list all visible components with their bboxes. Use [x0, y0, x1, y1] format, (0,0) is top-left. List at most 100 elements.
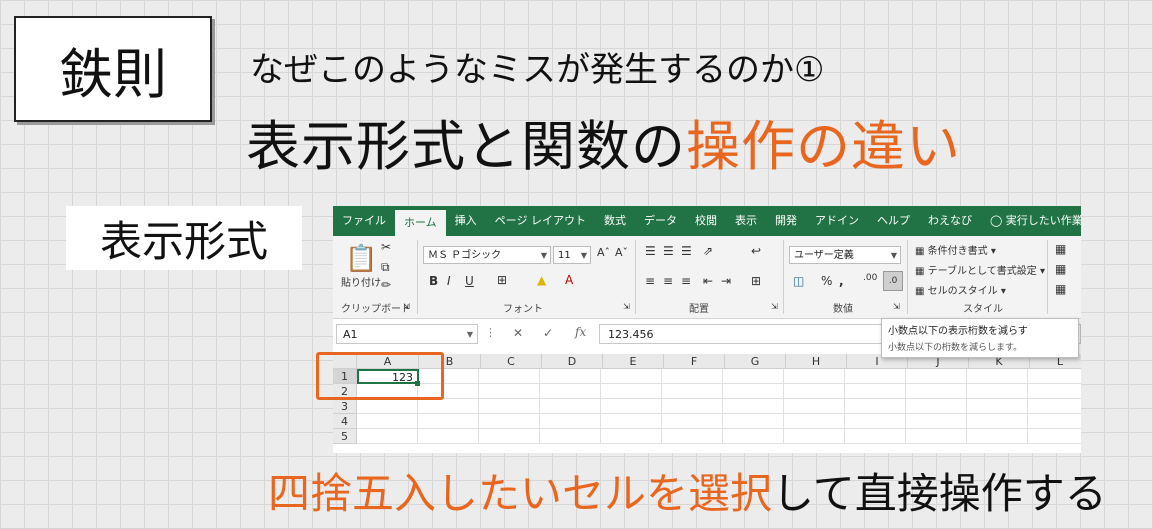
number-format-dropdown[interactable]: ユーザー定義 ▼	[789, 246, 901, 264]
tooltip-title: 小数点以下の表示桁数を減らす	[888, 326, 1028, 337]
align-bottom-icon[interactable]: ☰	[681, 244, 692, 258]
column-header[interactable]: D	[542, 354, 603, 369]
delete-cells-icon[interactable]: ▦	[1055, 262, 1066, 276]
separator	[783, 240, 784, 314]
chevron-down-icon: ▾	[1039, 266, 1045, 277]
merge-center-icon[interactable]: ⊞	[751, 274, 761, 288]
insert-function-button[interactable]: fx	[575, 325, 586, 339]
tab-developer[interactable]: 開発	[766, 206, 806, 236]
tab-data[interactable]: データ	[635, 206, 686, 236]
align-right-icon[interactable]: ≡	[681, 274, 691, 288]
tell-me-box[interactable]: ◯ 実行したい作業を入力し	[981, 206, 1081, 236]
worksheet-grid: A B C D E F G H I J K L 1 2 3 4 5 123	[333, 354, 1081, 453]
footer-rest: して直接操作する	[772, 469, 1107, 518]
paste-icon[interactable]: 📋	[345, 244, 377, 274]
chevron-down-icon: ▾	[1000, 286, 1006, 297]
cell-styles-button[interactable]: ▦ セルのスタイル ▾	[915, 282, 1006, 297]
tab-waenavi[interactable]: わえなび	[919, 206, 981, 236]
chevron-down-icon: ▼	[890, 251, 897, 260]
ribbon-tabs: ファイル ホーム 挿入 ページ レイアウト 数式 データ 校閲 表示 開発 アド…	[333, 206, 1081, 236]
font-size-dropdown[interactable]: 11 ▼	[553, 246, 591, 264]
decrease-decimal-icon[interactable]: .0	[883, 271, 903, 291]
row-header[interactable]: 3	[333, 399, 357, 414]
cut-icon[interactable]: ✂	[381, 240, 391, 254]
clipboard-group-label: クリップボード	[341, 304, 411, 315]
format-cells-icon[interactable]: ▦	[1055, 282, 1066, 296]
fill-color-icon[interactable]: ▲	[537, 273, 546, 287]
cells-area[interactable]	[357, 369, 1081, 444]
column-header[interactable]: F	[664, 354, 725, 369]
format-painter-icon[interactable]: ✏	[381, 278, 391, 292]
increase-indent-icon[interactable]: ⇥	[721, 274, 731, 288]
border-icon[interactable]: ⊞	[497, 273, 507, 287]
tab-formulas[interactable]: 数式	[595, 206, 635, 236]
rule-tag: 鉄則	[14, 16, 212, 122]
font-launcher-icon[interactable]: ⇲	[623, 302, 630, 311]
italic-icon[interactable]: I	[447, 274, 451, 288]
increase-decimal-icon[interactable]: .00	[863, 273, 877, 283]
tab-help[interactable]: ヘルプ	[868, 206, 919, 236]
alignment-launcher-icon[interactable]: ⇲	[771, 302, 778, 311]
decrease-font-icon[interactable]: Aˇ	[615, 246, 628, 259]
cell-a1[interactable]: 123	[357, 369, 419, 384]
increase-font-icon[interactable]: Aˆ	[597, 246, 610, 259]
slide-headline: 表示形式と関数の操作の違い	[246, 102, 961, 181]
chevron-down-icon: ▾	[990, 246, 996, 257]
align-left-icon[interactable]: ≡	[645, 274, 655, 288]
lightbulb-icon: ◯	[989, 214, 1003, 227]
column-header[interactable]: E	[603, 354, 664, 369]
tab-file[interactable]: ファイル	[333, 206, 395, 236]
paste-button[interactable]: 貼り付け	[341, 274, 381, 289]
formula-bar-grip-icon: ⋮	[485, 326, 496, 339]
bold-icon[interactable]: B	[429, 274, 438, 288]
tab-review[interactable]: 校閲	[686, 206, 726, 236]
percent-icon[interactable]: %	[821, 274, 832, 288]
headline-accent: 操作の違い	[686, 115, 961, 178]
formula-buttons: ✕ ✓ fx	[505, 324, 595, 344]
format-as-table-button[interactable]: ▦ テーブルとして書式設定 ▾	[915, 262, 1045, 277]
cancel-icon[interactable]: ✕	[513, 326, 523, 340]
row-header[interactable]: 4	[333, 414, 357, 429]
chevron-down-icon: ▼	[580, 251, 587, 260]
footer-accent: 四捨五入したいセルを選択	[268, 469, 773, 518]
name-box[interactable]: A1 ▼	[336, 324, 478, 344]
column-header[interactable]: C	[481, 354, 542, 369]
align-center-icon[interactable]: ≡	[663, 274, 673, 288]
align-middle-icon[interactable]: ☰	[663, 244, 674, 258]
separator	[1047, 240, 1048, 314]
conditional-format-button[interactable]: ▦ 条件付き書式 ▾	[915, 242, 996, 257]
decrease-indent-icon[interactable]: ⇤	[703, 274, 713, 288]
font-color-icon[interactable]: A	[565, 273, 573, 287]
comma-style-icon[interactable]: ,	[839, 274, 844, 288]
fill-handle[interactable]	[415, 381, 420, 386]
tab-view[interactable]: 表示	[726, 206, 766, 236]
column-header[interactable]: G	[725, 354, 786, 369]
conditional-format-icon: ▦	[915, 246, 925, 257]
font-name-dropdown[interactable]: ＭＳ Ｐゴシック ▼	[423, 246, 551, 264]
row-header[interactable]: 5	[333, 429, 357, 444]
tab-page-layout[interactable]: ページ レイアウト	[486, 206, 595, 236]
enter-icon[interactable]: ✓	[543, 326, 553, 340]
slide-subtitle: なぜこのようなミスが発生するのか①	[250, 50, 825, 90]
column-header[interactable]: H	[786, 354, 847, 369]
accounting-format-icon[interactable]: ◫	[793, 274, 804, 288]
tab-insert[interactable]: 挿入	[446, 206, 486, 236]
excel-window: ファイル ホーム 挿入 ページ レイアウト 数式 データ 校閲 表示 開発 アド…	[333, 206, 1081, 453]
styles-group-label: スタイル	[963, 304, 1003, 315]
copy-icon[interactable]: ⧉	[381, 260, 390, 275]
separator	[635, 240, 636, 314]
tab-addins[interactable]: アドイン	[806, 206, 868, 236]
insert-cells-icon[interactable]: ▦	[1055, 242, 1066, 256]
headline-main: 表示形式と関数の	[246, 115, 686, 178]
number-launcher-icon[interactable]: ⇲	[893, 302, 900, 311]
ribbon-home: 📋 貼り付け ✂ ⧉ ✏ クリップボード ⇲ ＭＳ Ｐゴシック ▼ 11 ▼ Aˆ …	[333, 236, 1081, 319]
chevron-down-icon: ▼	[466, 330, 473, 339]
tab-home[interactable]: ホーム	[395, 210, 446, 236]
separator	[907, 240, 908, 314]
font-group-label: フォント	[503, 304, 543, 315]
clipboard-launcher-icon[interactable]: ⇲	[403, 302, 410, 311]
underline-icon[interactable]: U	[465, 274, 474, 288]
orientation-icon[interactable]: ⇗	[703, 244, 713, 258]
align-top-icon[interactable]: ☰	[645, 244, 656, 258]
wrap-text-icon[interactable]: ↩	[751, 244, 761, 258]
